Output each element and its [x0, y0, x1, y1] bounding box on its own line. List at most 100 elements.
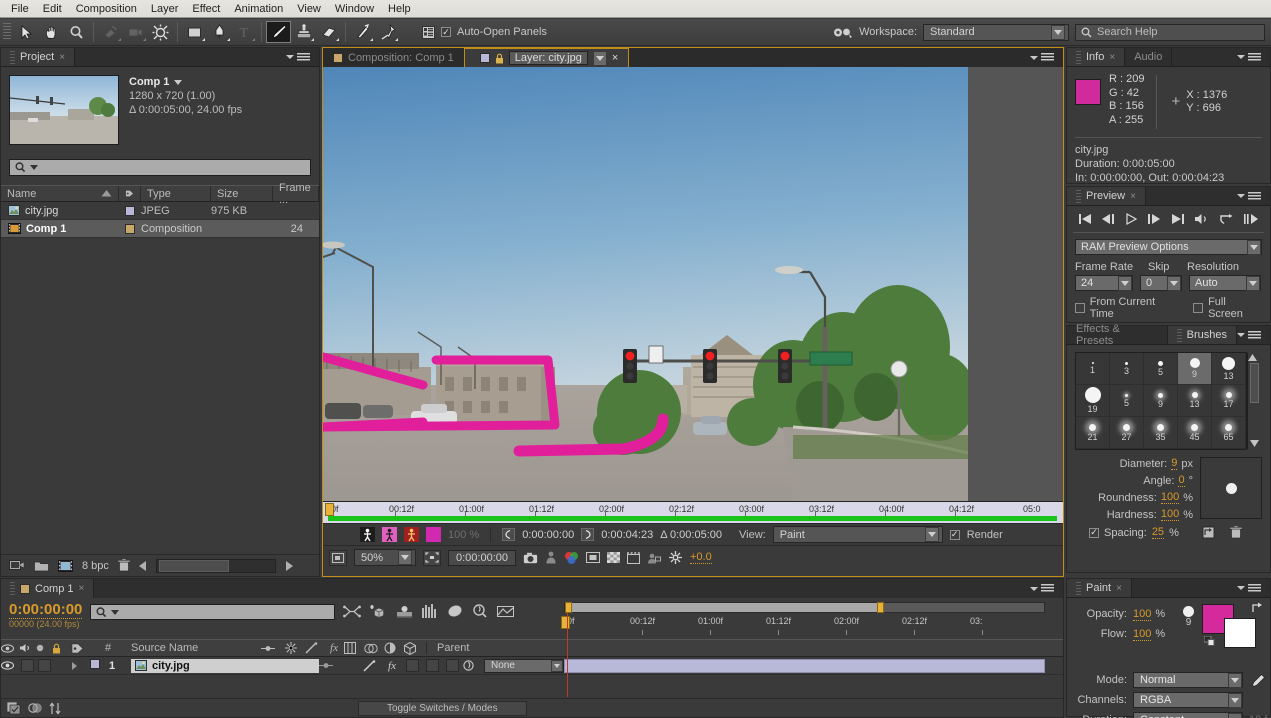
- menu-composition[interactable]: Composition: [69, 1, 144, 17]
- graph-editor-icon[interactable]: [422, 604, 438, 618]
- timeline-current-time[interactable]: 0:00:00:00: [9, 602, 83, 619]
- audio-switch-icon[interactable]: [19, 643, 36, 653]
- bit-depth-label[interactable]: 8 bpc: [82, 560, 109, 572]
- frame-rate-select[interactable]: 24: [1075, 275, 1133, 291]
- layer-canvas[interactable]: [323, 67, 1063, 501]
- brainstorm-icon[interactable]: [447, 604, 463, 618]
- close-icon[interactable]: ×: [59, 52, 65, 63]
- transfer-controls-icon[interactable]: [49, 702, 61, 715]
- roundness-value[interactable]: 100: [1160, 491, 1180, 504]
- view-select[interactable]: Paint: [772, 526, 943, 543]
- mode-select[interactable]: Normal: [1133, 672, 1243, 688]
- fit-to-window-icon[interactable]: [329, 549, 347, 566]
- pan-behind-tool[interactable]: [148, 21, 173, 43]
- new-comp-icon[interactable]: [9, 559, 25, 572]
- tab-audio[interactable]: Audio: [1125, 48, 1173, 66]
- viewer-panel-menu[interactable]: [1030, 48, 1063, 67]
- quality-switch-icon[interactable]: [305, 642, 324, 654]
- work-area-end-handle[interactable]: [877, 602, 884, 613]
- column-header-name[interactable]: Name: [1, 186, 119, 201]
- take-snapshot-icon[interactable]: [523, 552, 538, 564]
- roto-brush-tool[interactable]: [350, 21, 375, 43]
- alpha-color-swatch[interactable]: [426, 527, 441, 542]
- delete-icon[interactable]: [117, 559, 130, 572]
- search-help-field[interactable]: Search Help: [1075, 23, 1265, 41]
- close-icon[interactable]: ×: [1130, 191, 1136, 202]
- toggle-alpha-boundary-icon[interactable]: [360, 527, 375, 542]
- full-screen-checkbox[interactable]: [1193, 303, 1204, 313]
- brush-preset[interactable]: 45: [1178, 417, 1212, 449]
- in-point-value[interactable]: 0:00:00:00: [522, 529, 574, 541]
- label-column-icon[interactable]: [71, 643, 105, 654]
- layer-motionblur-cell[interactable]: [422, 659, 442, 672]
- auto-open-panels-checkbox[interactable]: ✓: [441, 27, 451, 37]
- ram-preview-icon[interactable]: [1243, 213, 1259, 225]
- paint-brush-size-indicator[interactable]: 9: [1183, 606, 1194, 628]
- play-icon[interactable]: [1125, 213, 1138, 225]
- menu-effect[interactable]: Effect: [185, 1, 227, 17]
- paint-panel-menu[interactable]: [1237, 579, 1270, 597]
- scroll-up-arrow[interactable]: [1248, 354, 1260, 361]
- menu-layer[interactable]: Layer: [144, 1, 186, 17]
- chevron-down-icon[interactable]: [174, 79, 183, 85]
- layer-color-swatch[interactable]: [85, 659, 105, 672]
- toolbar-grip[interactable]: [3, 23, 11, 41]
- close-icon[interactable]: ×: [1109, 52, 1115, 63]
- guides-icon[interactable]: [627, 551, 640, 564]
- work-area-span[interactable]: [571, 603, 880, 612]
- workspace-select[interactable]: Standard: [923, 23, 1069, 41]
- loop-icon[interactable]: [1219, 213, 1234, 225]
- brush-preset[interactable]: 19: [1076, 385, 1110, 417]
- menu-edit[interactable]: Edit: [36, 1, 69, 17]
- brush-preset[interactable]: 13: [1212, 353, 1246, 385]
- layer-parent-select[interactable]: None: [484, 658, 564, 673]
- project-panel-menu[interactable]: [286, 48, 319, 66]
- draft-3d-icon[interactable]: [370, 604, 387, 618]
- adjustment-layer-icon[interactable]: [384, 642, 404, 654]
- toggle-render-icon[interactable]: [404, 527, 419, 542]
- scroll-down-arrow[interactable]: [1250, 440, 1259, 447]
- chevron-down-icon[interactable]: [30, 165, 38, 170]
- layer-time-ruler[interactable]: 0f 00:12f 01:00f 01:12f 02:00f 02:12f 03…: [323, 501, 1063, 523]
- show-snapshot-icon[interactable]: [545, 551, 557, 564]
- render-checkbox[interactable]: ✓: [949, 529, 960, 540]
- collapse-switch-icon[interactable]: [285, 642, 305, 654]
- in-point-icon[interactable]: [502, 528, 516, 541]
- new-folder-icon[interactable]: [34, 560, 49, 572]
- brush-preset[interactable]: 3: [1110, 353, 1144, 385]
- camera-tool[interactable]: [123, 21, 148, 43]
- timeline-search-input[interactable]: [90, 604, 336, 620]
- pen-tool[interactable]: [207, 21, 232, 43]
- video-switch-icon[interactable]: [1, 643, 19, 653]
- layer-expand-arrow[interactable]: [71, 661, 85, 670]
- lock-switch-icon[interactable]: [52, 643, 71, 654]
- rotation-tool[interactable]: [98, 21, 123, 43]
- new-footage-icon[interactable]: [58, 559, 73, 572]
- timeline-current-time-group[interactable]: 0:00:00:00 00000 (24.00 fps): [9, 602, 83, 629]
- frame-blend-icon[interactable]: [344, 642, 364, 654]
- brush-tool[interactable]: [266, 21, 291, 43]
- opacity-value[interactable]: 100: [1133, 608, 1152, 621]
- menu-help[interactable]: Help: [381, 1, 418, 17]
- timeline-time-ruler[interactable]: 0f 00:12f 01:00f 01:12f 02:00f 02:12f 03…: [564, 615, 1045, 637]
- table-row[interactable]: city.jpg JPEG 975 KB: [1, 202, 319, 220]
- tab-preview[interactable]: Preview ×: [1067, 187, 1146, 205]
- brush-preset[interactable]: 1: [1076, 353, 1110, 385]
- layer-visibility-icon[interactable]: [1, 661, 19, 670]
- background-color-swatch[interactable]: [1224, 618, 1256, 648]
- brushes-panel-menu[interactable]: [1237, 326, 1270, 344]
- layer-fx-cell[interactable]: fx: [382, 660, 402, 672]
- scrollbar-thumb[interactable]: [158, 559, 229, 572]
- from-current-time-checkbox[interactable]: [1075, 303, 1085, 313]
- toggle-alpha-overlay-icon[interactable]: [382, 527, 397, 542]
- diameter-value[interactable]: 9: [1171, 457, 1178, 470]
- layer-shy-cell[interactable]: [319, 661, 343, 670]
- spacing-value[interactable]: 25: [1151, 526, 1165, 539]
- layer-number-column[interactable]: #: [105, 642, 131, 654]
- selection-tool[interactable]: [14, 21, 39, 43]
- lock-icon[interactable]: [495, 53, 504, 64]
- close-icon[interactable]: ×: [612, 52, 618, 64]
- timeline-ruler-area[interactable]: 0f 00:12f 01:00f 01:12f 02:00f 02:12f 03…: [558, 598, 1063, 639]
- motion-blur-icon[interactable]: [396, 605, 413, 618]
- work-area-bar[interactable]: [328, 516, 1057, 521]
